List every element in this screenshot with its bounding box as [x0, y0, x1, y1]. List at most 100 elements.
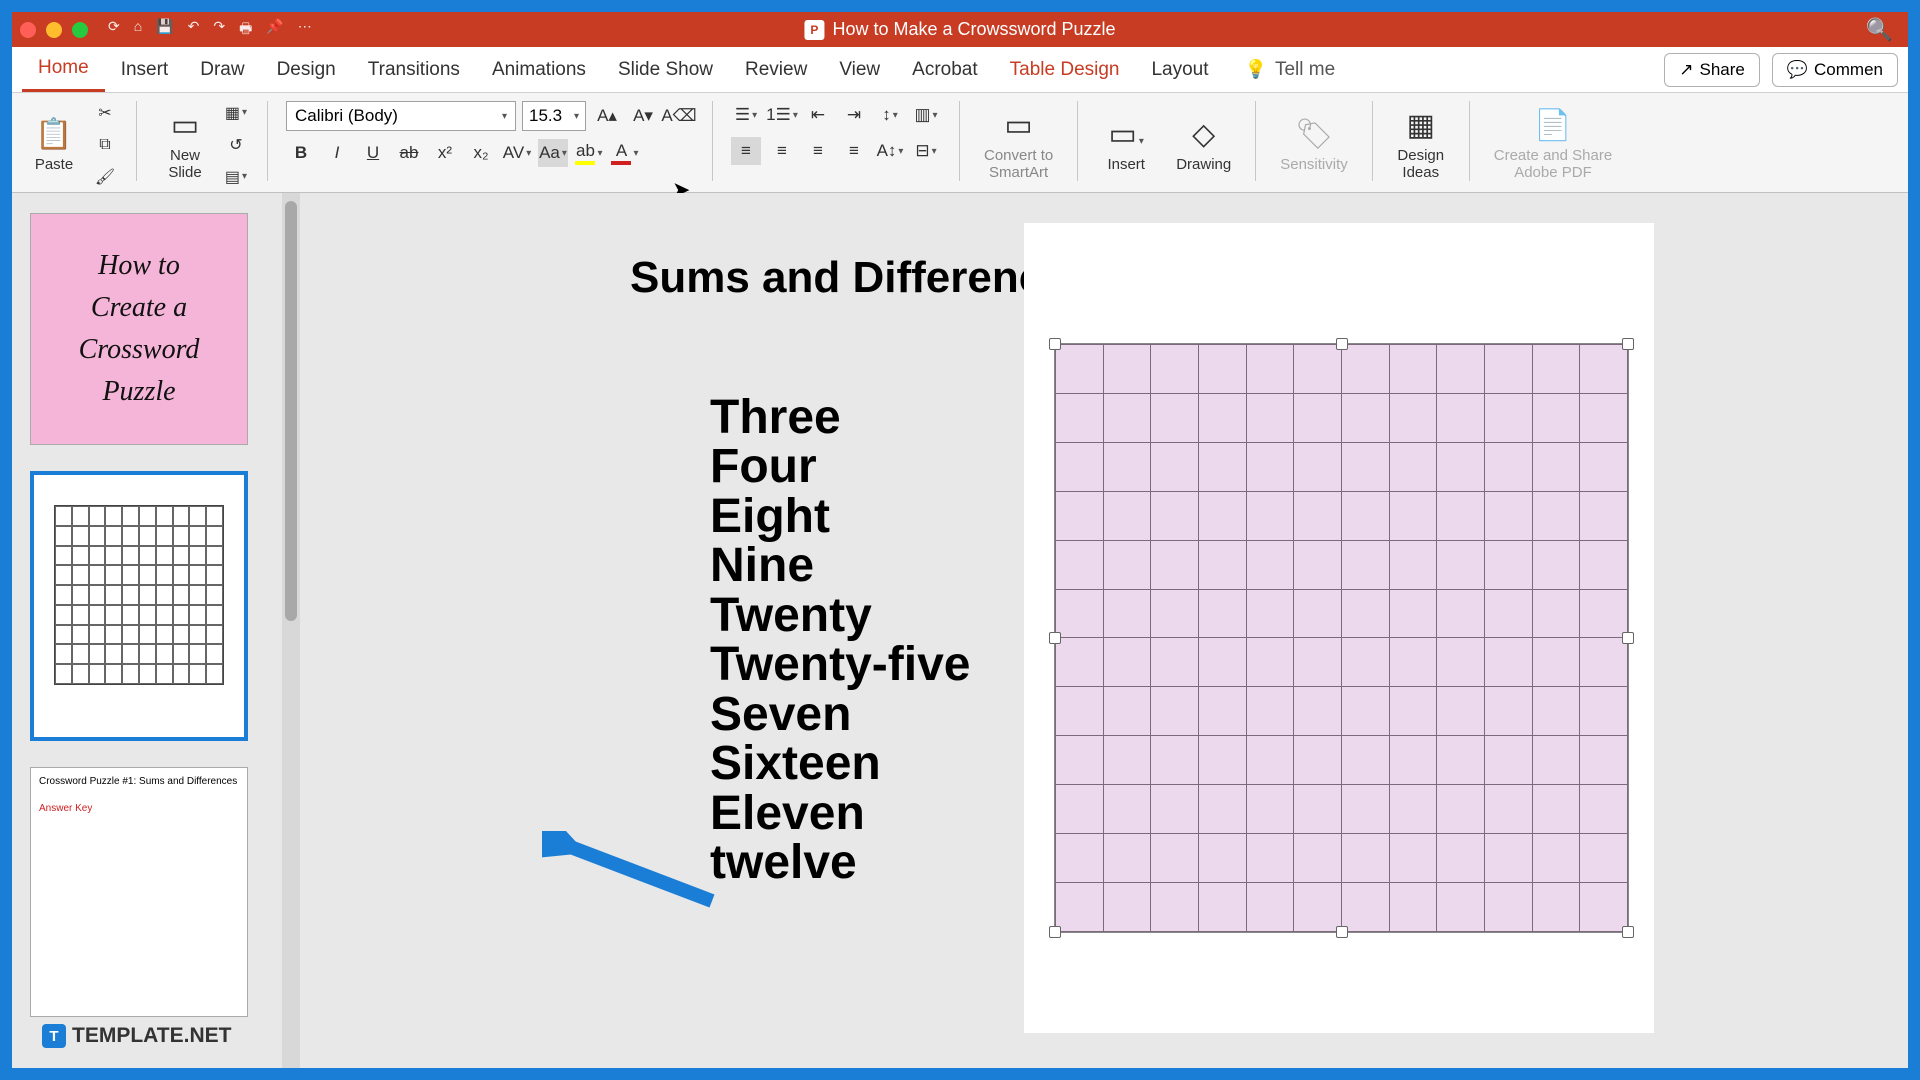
undo-icon[interactable]: ↶ [188, 18, 200, 42]
change-case-button[interactable]: Aa▾ [538, 139, 568, 167]
design-ideas-button[interactable]: ▦ Design Ideas [1391, 101, 1451, 188]
reset-button[interactable]: ↺ [223, 132, 249, 158]
tab-animations[interactable]: Animations [476, 49, 602, 91]
clipboard-group: 📋 Paste ✂ ⧉ 🖌 [24, 101, 118, 188]
redo-icon[interactable]: ↷ [213, 18, 225, 42]
tell-me-search[interactable]: 💡 Tell me [1245, 59, 1336, 81]
quick-access-toolbar: ⟳ ⌂ 💾 ↶ ↷ 🖶 📌 ⋯ [108, 18, 312, 42]
arrow-annotation [542, 831, 732, 921]
paste-button[interactable]: 📋 Paste [24, 113, 84, 177]
align-text-button[interactable]: ⊟▾ [911, 137, 941, 165]
ribbon-toolbar: 📋 Paste ✂ ⧉ 🖌 ▭ New Slide ▦▾ ↺ ▤▾ [12, 93, 1908, 193]
pdf-icon: 📄 [1534, 108, 1571, 143]
tab-slide-show[interactable]: Slide Show [602, 49, 729, 91]
align-center-button[interactable]: ≡ [767, 137, 797, 165]
selection-handle[interactable] [1049, 632, 1061, 644]
drawing-button[interactable]: ◇ Drawing [1170, 101, 1237, 188]
increase-indent-button[interactable]: ⇥ [839, 101, 869, 129]
chevron-down-icon: ▾ [574, 111, 579, 122]
section-button[interactable]: ▤▾ [223, 164, 249, 190]
cut-button[interactable]: ✂ [92, 100, 118, 126]
slide-editing-area[interactable]: Sums and Differences Three Four Eight Ni… [300, 193, 1908, 1068]
tab-draw[interactable]: Draw [184, 49, 260, 91]
home-icon[interactable]: ⌂ [134, 18, 142, 42]
slide-thumbnail-2[interactable] [30, 471, 248, 741]
tab-acrobat[interactable]: Acrobat [896, 49, 993, 91]
clear-formatting-button[interactable]: A⌫ [664, 102, 694, 130]
autosave-icon[interactable]: ⟳ [108, 18, 120, 42]
superscript-button[interactable]: x² [430, 139, 460, 167]
search-icon[interactable]: 🔍 [1866, 17, 1893, 43]
align-right-button[interactable]: ≡ [803, 137, 833, 165]
copy-button[interactable]: ⧉ [92, 132, 118, 158]
grid-cells[interactable] [1055, 344, 1628, 932]
document-name: How to Make a Crowssword Puzzle [832, 19, 1115, 40]
selection-handle[interactable] [1622, 926, 1634, 938]
convert-smartart-button[interactable]: ▭ Convert to SmartArt [978, 101, 1059, 188]
adobe-pdf-button[interactable]: 📄 Create and Share Adobe PDF [1488, 101, 1618, 188]
character-spacing-button[interactable]: AV▾ [502, 139, 532, 167]
selection-handle[interactable] [1336, 926, 1348, 938]
decrease-font-button[interactable]: A▾ [628, 102, 658, 130]
tab-layout[interactable]: Layout [1135, 49, 1224, 91]
layout-button[interactable]: ▦▾ [223, 100, 249, 126]
sensitivity-button[interactable]: 🏷 Sensitivity [1274, 101, 1354, 188]
decrease-indent-button[interactable]: ⇤ [803, 101, 833, 129]
line-spacing-button[interactable]: ↕▾ [875, 101, 905, 129]
subscript-button[interactable]: x₂ [466, 139, 496, 167]
pin-icon[interactable]: 📌 [266, 18, 283, 42]
word-list-textbox[interactable]: Three Four Eight Nine Twenty Twenty-five… [710, 393, 970, 887]
new-slide-icon: ▭ [171, 108, 199, 143]
thumbnail-scrollbar[interactable] [282, 193, 300, 1068]
numbering-button[interactable]: 1☰▾ [767, 101, 797, 129]
underline-button[interactable]: U [358, 139, 388, 167]
maximize-window-button[interactable] [72, 22, 88, 38]
font-size-select[interactable]: 15.3 ▾ [522, 101, 586, 131]
tab-design[interactable]: Design [261, 49, 352, 91]
selection-handle[interactable] [1622, 632, 1634, 644]
slide-canvas[interactable] [1024, 223, 1654, 1033]
crossword-grid-table[interactable] [1054, 343, 1629, 933]
selection-handle[interactable] [1336, 338, 1348, 350]
tab-review[interactable]: Review [729, 49, 823, 91]
columns-button[interactable]: ▥▾ [911, 101, 941, 129]
text-direction-button[interactable]: A↕▾ [875, 137, 905, 165]
selection-handle[interactable] [1622, 338, 1634, 350]
increase-font-button[interactable]: A▴ [592, 102, 622, 130]
word-item: Twenty [710, 591, 970, 640]
tab-transitions[interactable]: Transitions [352, 49, 476, 91]
format-painter-button[interactable]: 🖌 [92, 164, 118, 190]
insert-shape-button[interactable]: ▭▾ Insert [1096, 101, 1156, 188]
close-window-button[interactable] [20, 22, 36, 38]
word-item: Eleven [710, 789, 970, 838]
slide-title[interactable]: Sums and Differences [630, 253, 1092, 303]
selection-handle[interactable] [1049, 338, 1061, 350]
align-left-button[interactable]: ≡ [731, 137, 761, 165]
font-color-button[interactable]: A▾ [610, 139, 640, 167]
comment-button[interactable]: 💬 Commen [1772, 53, 1898, 87]
share-button[interactable]: ↗ Share [1664, 53, 1760, 87]
more-icon[interactable]: ⋯ [298, 18, 312, 42]
scrollbar-thumb[interactable] [285, 201, 297, 621]
highlight-color-button[interactable]: ab▾ [574, 139, 604, 167]
tab-table-design[interactable]: Table Design [994, 49, 1136, 91]
font-name-select[interactable]: Calibri (Body) ▾ [286, 101, 516, 131]
slide-thumbnail-1[interactable]: How to Create a Crossword Puzzle [30, 213, 248, 445]
paste-label: Paste [35, 156, 73, 173]
minimize-window-button[interactable] [46, 22, 62, 38]
new-slide-button[interactable]: ▭ New Slide [155, 104, 215, 185]
font-name-value: Calibri (Body) [295, 106, 398, 126]
print-icon[interactable]: 🖶 [239, 18, 252, 42]
tab-insert[interactable]: Insert [105, 49, 185, 91]
italic-button[interactable]: I [322, 139, 352, 167]
strikethrough-button[interactable]: ab [394, 139, 424, 167]
save-icon[interactable]: 💾 [156, 18, 173, 42]
tab-home[interactable]: Home [22, 47, 105, 92]
selection-handle[interactable] [1049, 926, 1061, 938]
bold-button[interactable]: B [286, 139, 316, 167]
thumbnail-2-grid [54, 505, 224, 685]
slide-thumbnail-3[interactable]: Crossword Puzzle #1: Sums and Difference… [30, 767, 248, 1017]
tab-view[interactable]: View [823, 49, 896, 91]
bullets-button[interactable]: ☰▾ [731, 101, 761, 129]
justify-button[interactable]: ≡ [839, 137, 869, 165]
